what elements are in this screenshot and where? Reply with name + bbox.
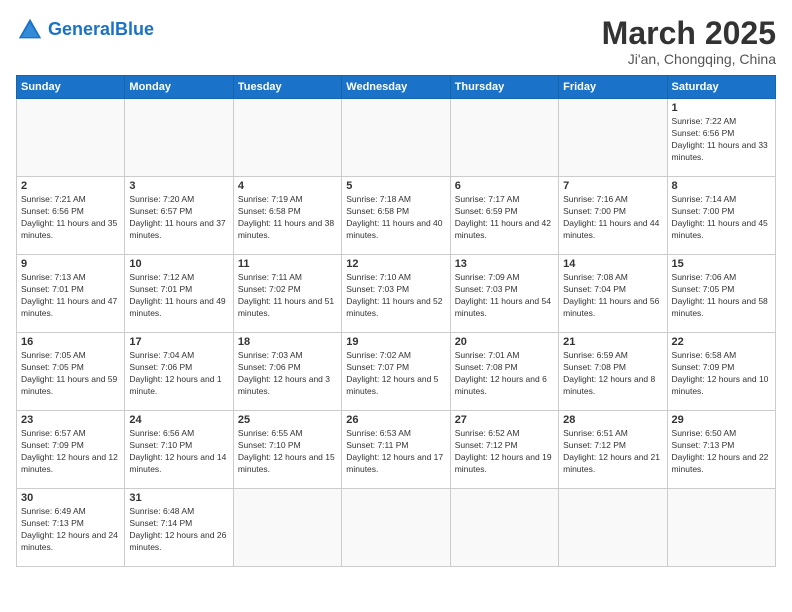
week-row-4: 16 Sunrise: 7:05 AMSunset: 7:05 PMDaylig… [17,333,776,411]
day-27: 27 Sunrise: 6:52 AMSunset: 7:12 PMDaylig… [450,411,558,489]
day-13: 13 Sunrise: 7:09 AMSunset: 7:03 PMDaylig… [450,255,558,333]
day-18: 18 Sunrise: 7:03 AMSunset: 7:06 PMDaylig… [233,333,341,411]
day-6: 6 Sunrise: 7:17 AMSunset: 6:59 PMDayligh… [450,177,558,255]
empty-cell [559,99,667,177]
header-sunday: Sunday [17,76,125,99]
day-19: 19 Sunrise: 7:02 AMSunset: 7:07 PMDaylig… [342,333,450,411]
day-11: 11 Sunrise: 7:11 AMSunset: 7:02 PMDaylig… [233,255,341,333]
day-12: 12 Sunrise: 7:10 AMSunset: 7:03 PMDaylig… [342,255,450,333]
day-9: 9 Sunrise: 7:13 AMSunset: 7:01 PMDayligh… [17,255,125,333]
logo-icon [16,16,44,44]
day-1: 1 Sunrise: 7:22 AM Sunset: 6:56 PM Dayli… [667,99,775,177]
day-30: 30 Sunrise: 6:49 AMSunset: 7:13 PMDaylig… [17,489,125,567]
header: GeneralBlue March 2025 Ji'an, Chongqing,… [16,16,776,67]
day-5: 5 Sunrise: 7:18 AMSunset: 6:58 PMDayligh… [342,177,450,255]
day-16: 16 Sunrise: 7:05 AMSunset: 7:05 PMDaylig… [17,333,125,411]
location: Ji'an, Chongqing, China [602,51,776,67]
empty-cell [233,99,341,177]
empty-cell [125,99,233,177]
day-28: 28 Sunrise: 6:51 AMSunset: 7:12 PMDaylig… [559,411,667,489]
empty-cell [559,489,667,567]
day-31: 31 Sunrise: 6:48 AMSunset: 7:14 PMDaylig… [125,489,233,567]
week-row-1: 1 Sunrise: 7:22 AM Sunset: 6:56 PM Dayli… [17,99,776,177]
empty-cell [342,99,450,177]
week-row-6: 30 Sunrise: 6:49 AMSunset: 7:13 PMDaylig… [17,489,776,567]
day-20: 20 Sunrise: 7:01 AMSunset: 7:08 PMDaylig… [450,333,558,411]
header-monday: Monday [125,76,233,99]
day-10: 10 Sunrise: 7:12 AMSunset: 7:01 PMDaylig… [125,255,233,333]
month-title: March 2025 [602,16,776,51]
day-22: 22 Sunrise: 6:58 AMSunset: 7:09 PMDaylig… [667,333,775,411]
header-tuesday: Tuesday [233,76,341,99]
empty-cell [450,99,558,177]
header-saturday: Saturday [667,76,775,99]
calendar-table: Sunday Monday Tuesday Wednesday Thursday… [16,75,776,567]
header-thursday: Thursday [450,76,558,99]
logo-text: GeneralBlue [48,20,154,40]
day-26: 26 Sunrise: 6:53 AMSunset: 7:11 PMDaylig… [342,411,450,489]
week-row-3: 9 Sunrise: 7:13 AMSunset: 7:01 PMDayligh… [17,255,776,333]
weekday-header-row: Sunday Monday Tuesday Wednesday Thursday… [17,76,776,99]
day-8: 8 Sunrise: 7:14 AMSunset: 7:00 PMDayligh… [667,177,775,255]
empty-cell [233,489,341,567]
day-7: 7 Sunrise: 7:16 AMSunset: 7:00 PMDayligh… [559,177,667,255]
day-2: 2 Sunrise: 7:21 AMSunset: 6:56 PMDayligh… [17,177,125,255]
day-4: 4 Sunrise: 7:19 AMSunset: 6:58 PMDayligh… [233,177,341,255]
day-23: 23 Sunrise: 6:57 AMSunset: 7:09 PMDaylig… [17,411,125,489]
day-21: 21 Sunrise: 6:59 AMSunset: 7:08 PMDaylig… [559,333,667,411]
calendar-page: GeneralBlue March 2025 Ji'an, Chongqing,… [0,0,792,612]
day-25: 25 Sunrise: 6:55 AMSunset: 7:10 PMDaylig… [233,411,341,489]
header-wednesday: Wednesday [342,76,450,99]
day-3: 3 Sunrise: 7:20 AMSunset: 6:57 PMDayligh… [125,177,233,255]
title-area: March 2025 Ji'an, Chongqing, China [602,16,776,67]
empty-cell [342,489,450,567]
empty-cell [667,489,775,567]
day-17: 17 Sunrise: 7:04 AMSunset: 7:06 PMDaylig… [125,333,233,411]
day-24: 24 Sunrise: 6:56 AMSunset: 7:10 PMDaylig… [125,411,233,489]
week-row-5: 23 Sunrise: 6:57 AMSunset: 7:09 PMDaylig… [17,411,776,489]
empty-cell [450,489,558,567]
week-row-2: 2 Sunrise: 7:21 AMSunset: 6:56 PMDayligh… [17,177,776,255]
header-friday: Friday [559,76,667,99]
logo: GeneralBlue [16,16,154,44]
day-29: 29 Sunrise: 6:50 AMSunset: 7:13 PMDaylig… [667,411,775,489]
day-15: 15 Sunrise: 7:06 AMSunset: 7:05 PMDaylig… [667,255,775,333]
empty-cell [17,99,125,177]
day-14: 14 Sunrise: 7:08 AMSunset: 7:04 PMDaylig… [559,255,667,333]
